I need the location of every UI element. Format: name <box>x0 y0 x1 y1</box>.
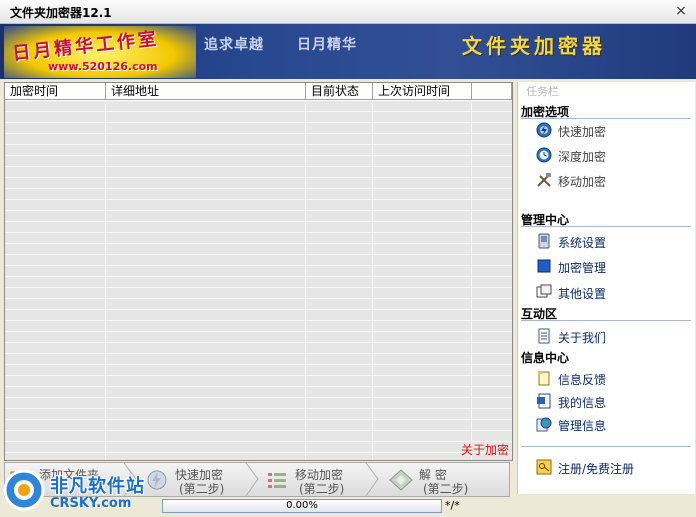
sidebar-item-admin-info[interactable]: 管理信息 <box>536 416 686 434</box>
column-header-last-access[interactable]: 上次访问时间 <box>373 83 472 100</box>
clock-disc-icon <box>536 147 552 163</box>
sidebar-item-move-encrypt[interactable]: 移动加密 <box>536 172 686 190</box>
file-count: */* <box>445 499 460 512</box>
register-label: 注册/免费注册 <box>558 462 635 476</box>
section-divider <box>521 446 691 447</box>
document-icon <box>538 328 550 344</box>
banner-slogan-1: 追求卓越 <box>204 37 264 53</box>
section-divider <box>521 226 691 227</box>
sidebar-item-other-settings[interactable]: 其他设置 <box>536 284 686 302</box>
about-encryption-link[interactable]: 关于加密 <box>461 441 509 458</box>
register-link[interactable]: 注册/免费注册 <box>536 459 686 477</box>
sidebar-item-my-info[interactable]: 我的信息 <box>536 393 686 411</box>
column-header-encrypt-time[interactable]: 加密时间 <box>5 83 106 100</box>
blue-square-icon <box>537 259 551 273</box>
globe-icon <box>536 417 552 432</box>
list-move-icon <box>268 473 286 488</box>
table-body[interactable] <box>5 101 512 460</box>
sidebar-item-encrypt-management[interactable]: 加密管理 <box>536 258 686 276</box>
sidebar-item-label: 加密管理 <box>558 261 607 275</box>
lightning-disc-icon <box>536 122 552 138</box>
column-header-path[interactable]: 详细地址 <box>106 83 306 100</box>
move-encrypt-button[interactable]: 移动加密 (第二步) <box>265 463 377 496</box>
quick-encrypt-button[interactable]: 快速加密 (第二步) <box>145 463 257 496</box>
title-bar: 文件夹加密器12.1 × <box>0 0 696 24</box>
sidebar-item-label: 深度加密 <box>558 150 607 164</box>
sidebar-item-quick-encrypt[interactable]: 快速加密 <box>536 122 686 140</box>
note-icon <box>538 371 550 386</box>
sidebar-item-label: 快速加密 <box>558 125 607 139</box>
decrypt-sublabel: (第二步) <box>423 482 469 496</box>
column-divider <box>471 101 472 460</box>
decrypt-button[interactable]: 解 密 (第二步) <box>389 463 501 496</box>
step-arrow-separator <box>245 463 259 496</box>
encrypted-folder-table[interactable]: 加密时间 详细地址 目前状态 上次访问时间 关于加密 <box>4 82 513 461</box>
task-sidebar: 任务栏 加密选项 快速加密 深度加密 移动加密 管理中心 系统设置 加密管理 其… <box>517 82 695 494</box>
close-button[interactable]: × <box>672 3 690 21</box>
sidebar-item-label: 信息反馈 <box>558 373 607 387</box>
taskbar-caption: 任务栏 <box>526 85 559 98</box>
window-icon <box>536 284 552 298</box>
banner-product-title: 文件夹加密器 <box>462 34 606 58</box>
sidebar-item-label: 系统设置 <box>558 236 607 250</box>
sidebar-item-label: 其他设置 <box>558 287 607 301</box>
column-header-extra[interactable] <box>472 83 512 100</box>
progress-bar: 0.00% <box>162 499 442 513</box>
progress-percent: 0.00% <box>286 500 318 511</box>
section-divider <box>521 118 691 119</box>
sidebar-item-label: 管理信息 <box>558 419 607 433</box>
column-header-status[interactable]: 目前状态 <box>306 83 373 100</box>
column-divider <box>105 101 106 460</box>
status-bar: 0.00% */* <box>0 498 696 517</box>
window-title: 文件夹加密器12.1 <box>10 6 112 20</box>
watermark-cn: 非凡软件站 <box>50 476 145 497</box>
table-header: 加密时间 详细地址 目前状态 上次访问时间 <box>5 83 512 100</box>
step-arrow-separator <box>365 463 379 496</box>
key-icon <box>536 459 552 475</box>
sidebar-item-deep-encrypt[interactable]: 深度加密 <box>536 147 686 165</box>
logo-url: www.520126.com <box>48 60 158 73</box>
banner: 日月精华工作室 www.520126.com 追求卓越 日月精华 文件夹加密器 <box>0 24 696 79</box>
banner-slogan-2: 日月精华 <box>297 37 357 53</box>
sidebar-item-feedback[interactable]: 信息反馈 <box>536 370 686 388</box>
section-heading-info-center: 信息中心 <box>521 351 570 365</box>
sidebar-item-about-us[interactable]: 关于我们 <box>536 328 686 346</box>
sidebar-item-label: 移动加密 <box>558 175 607 189</box>
sidebar-item-label: 关于我们 <box>558 331 607 345</box>
column-divider <box>305 101 306 460</box>
column-divider <box>372 101 373 460</box>
quick-encrypt-sublabel: (第二步) <box>179 482 225 496</box>
word-doc-icon <box>537 393 551 409</box>
studio-logo: 日月精华工作室 www.520126.com <box>4 26 196 78</box>
tools-icon <box>537 173 551 187</box>
section-divider <box>521 320 691 321</box>
diamond-unlock-icon <box>389 469 413 491</box>
device-icon <box>538 233 550 249</box>
move-encrypt-sublabel: (第二步) <box>299 482 345 496</box>
sidebar-item-system-settings[interactable]: 系统设置 <box>536 233 686 251</box>
sidebar-item-label: 我的信息 <box>558 396 607 410</box>
